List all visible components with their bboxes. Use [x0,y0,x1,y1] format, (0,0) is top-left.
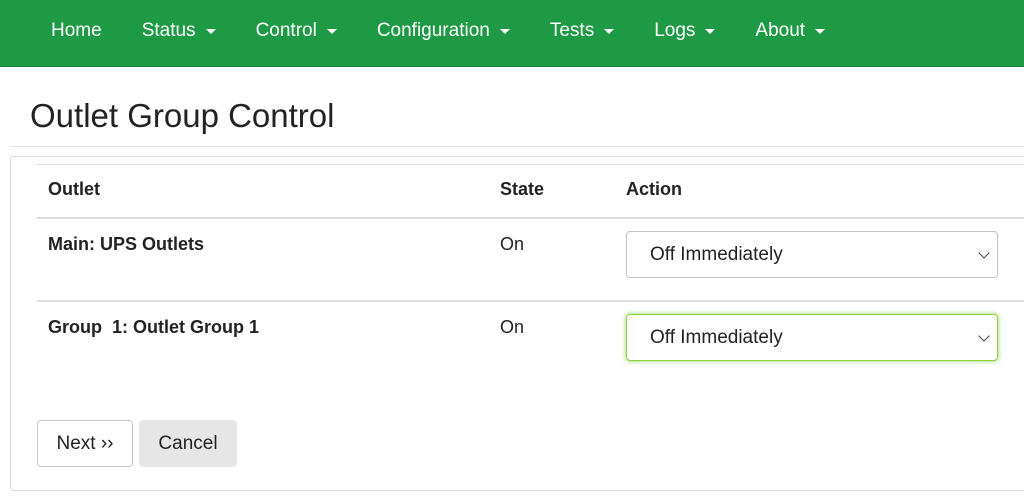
nav-logs-label: Logs [654,20,696,41]
title-divider [10,146,1024,147]
outlet-state: On [500,234,525,254]
cancel-button[interactable]: Cancel [139,420,237,467]
column-header-outlet: Outlet [48,179,100,199]
outlet-state: On [500,317,525,337]
action-select-value: Off Immediately [650,326,783,348]
outlet-table: Outlet State Action Main: UPS Outlets On… [37,164,1024,384]
nav-status[interactable]: Status [122,0,236,62]
outlet-name: Main: UPS Outlets [48,234,205,254]
table-row: Group 1: Outlet Group 1 On Off Immediate… [37,300,1024,384]
chevron-down-icon [499,28,510,34]
chevron-down-icon [978,247,990,259]
chevron-down-icon [815,28,826,34]
action-select[interactable]: Off Immediately [626,231,998,278]
nav-configuration-label: Configuration [376,20,490,41]
nav-logs[interactable]: Logs [634,0,735,62]
nav-about[interactable]: About [735,0,845,62]
nav-control[interactable]: Control [236,0,357,62]
next-button[interactable]: Next ›› [37,420,133,467]
action-select[interactable]: Off Immediately [626,314,998,361]
table-header-row: Outlet State Action [37,164,1024,217]
top-navbar: Home Status Control Configuration Tests … [0,0,1024,67]
chevron-down-icon [978,330,990,342]
outlet-name: Group 1: Outlet Group 1 [48,317,259,337]
nav-tests-label: Tests [549,20,595,41]
nav-status-label: Status [141,20,196,41]
action-select-value: Off Immediately [650,243,783,265]
nav-about-label: About [755,20,806,41]
nav-home[interactable]: Home [31,0,122,62]
nav-tests[interactable]: Tests [530,0,634,62]
nav-configuration[interactable]: Configuration [357,0,530,62]
nav-menu: Home Status Control Configuration Tests … [0,0,1024,62]
chevron-down-icon [705,28,716,34]
chevron-down-icon [326,28,337,34]
page-title: Outlet Group Control [30,97,335,134]
nav-home-label: Home [51,20,102,41]
column-header-state: State [500,179,545,199]
column-header-action: Action [626,179,682,199]
chevron-down-icon [604,28,615,34]
nav-control-label: Control [255,20,317,41]
chevron-down-icon [205,28,216,34]
table-row: Main: UPS Outlets On Off Immediately [37,217,1024,300]
